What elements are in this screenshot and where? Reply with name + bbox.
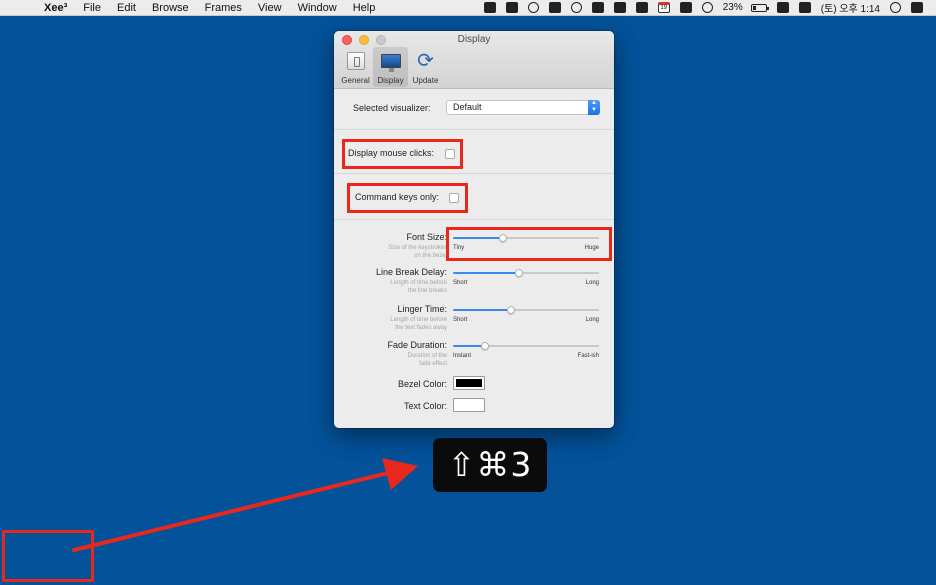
line-break-delay-min: Short (453, 280, 468, 286)
battery-icon[interactable] (750, 3, 769, 12)
menu-bar: Xee³ File Edit Browse Frames View Window… (0, 0, 936, 16)
bluetooth-icon[interactable] (776, 2, 789, 13)
fade-duration-desc-1: Duration of the (407, 353, 447, 359)
line-break-delay-label: Line Break Delay: (375, 267, 447, 277)
volume-icon[interactable] (798, 2, 811, 13)
status-area: 19 23% (토) 오후 1:14 (479, 0, 936, 16)
battery-percent[interactable]: 23% (723, 2, 743, 13)
search-icon[interactable] (890, 2, 901, 13)
divider (334, 129, 614, 130)
text-color-label: Text Color: (403, 401, 447, 411)
tab-general[interactable]: General (338, 47, 373, 87)
fade-duration-max: Fast-ish (577, 353, 599, 359)
slider-knob[interactable] (515, 269, 523, 277)
linger-time-label: Linger Time: (397, 304, 447, 314)
tab-update[interactable]: ⟳ Update (408, 47, 443, 87)
list-icon[interactable] (911, 2, 923, 13)
line-break-delay-desc-2: the line breaks (407, 288, 447, 294)
arrow-shaft (72, 471, 390, 552)
window-title: Display (457, 34, 491, 45)
linger-time-desc-1: Length of time before (390, 317, 447, 323)
slider-knob[interactable] (507, 306, 515, 314)
menu-browse[interactable]: Browse (144, 0, 197, 16)
linger-time-max: Long (585, 317, 599, 323)
menu-window[interactable]: Window (290, 0, 345, 16)
font-size-desc-2: on the bezel (414, 253, 447, 259)
menu-app-name[interactable]: Xee³ (36, 0, 75, 16)
fade-duration-label: Fade Duration: (387, 340, 447, 350)
display-icon (380, 54, 401, 72)
text-color-swatch (456, 401, 482, 409)
visualizer-select[interactable]: Default ▲ ▼ (446, 100, 600, 115)
a-icon[interactable] (548, 2, 561, 13)
tab-display[interactable]: Display (373, 47, 408, 87)
menu-view[interactable]: View (250, 0, 290, 16)
fade-duration-min: Instant (453, 353, 472, 359)
line-break-delay-desc-1: Length of time before (390, 280, 447, 286)
window-titlebar: Display General Display ⟳ Update (334, 31, 614, 89)
highlight-font-size-slider (446, 227, 612, 261)
calendar-icon[interactable]: 19 (657, 2, 670, 13)
visualizer-value: Default (453, 102, 482, 112)
select-stepper-icon: ▲ ▼ (588, 100, 600, 115)
bezel-color-well[interactable] (453, 376, 485, 390)
fade-duration-slider[interactable] (453, 341, 599, 351)
slider-knob[interactable] (481, 342, 489, 350)
update-icon: ⟳ (417, 50, 434, 72)
line-break-delay-max: Long (585, 280, 599, 286)
text-color-well[interactable] (453, 398, 485, 412)
line-break-delay-slider[interactable] (453, 268, 599, 278)
fade-duration-desc-2: fade effect (419, 361, 447, 367)
font-size-desc-1: Size of the keystrokes (388, 245, 447, 251)
menu-frames[interactable]: Frames (197, 0, 250, 16)
menu-edit[interactable]: Edit (109, 0, 144, 16)
command-icon[interactable] (483, 2, 496, 13)
divider (334, 173, 614, 174)
preferences-toolbar: General Display ⟳ Update (338, 47, 443, 87)
tab-update-label: Update (412, 76, 439, 85)
highlight-bottom-left-region (2, 530, 94, 582)
divider (334, 219, 614, 220)
keystroke-bezel: ⇧⌘3 (433, 438, 547, 492)
menu-file[interactable]: File (75, 0, 109, 16)
slider-fill (453, 309, 511, 311)
wifi-icon[interactable] (701, 2, 713, 13)
moon-icon[interactable] (527, 2, 539, 13)
dropbox-icon[interactable] (613, 2, 626, 13)
cloud-icon[interactable] (635, 2, 648, 13)
bezel-color-swatch (456, 379, 482, 387)
visualizer-label: Selected visualizer: (353, 103, 431, 113)
airplay-icon[interactable] (679, 2, 692, 13)
linger-time-desc-2: the text fades away (395, 325, 447, 331)
menu-help[interactable]: Help (345, 0, 384, 16)
bezel-color-label: Bezel Color: (397, 379, 447, 389)
highlight-display-mouse-clicks (342, 139, 463, 169)
general-icon (346, 52, 365, 70)
menu-clock[interactable]: (토) 오후 1:14 (821, 0, 880, 15)
linger-time-min: Short (453, 317, 468, 323)
linger-time-slider[interactable] (453, 305, 599, 315)
tab-general-label: General (341, 76, 370, 85)
arrow-head (382, 458, 418, 490)
tab-display-label: Display (377, 76, 404, 85)
clipboard-icon[interactable] (591, 2, 604, 13)
font-size-label: Font Size: (406, 232, 447, 242)
highlight-command-keys-only (347, 183, 468, 213)
password-icon[interactable] (570, 2, 582, 13)
note-icon[interactable] (505, 2, 518, 13)
slider-fill (453, 272, 519, 274)
